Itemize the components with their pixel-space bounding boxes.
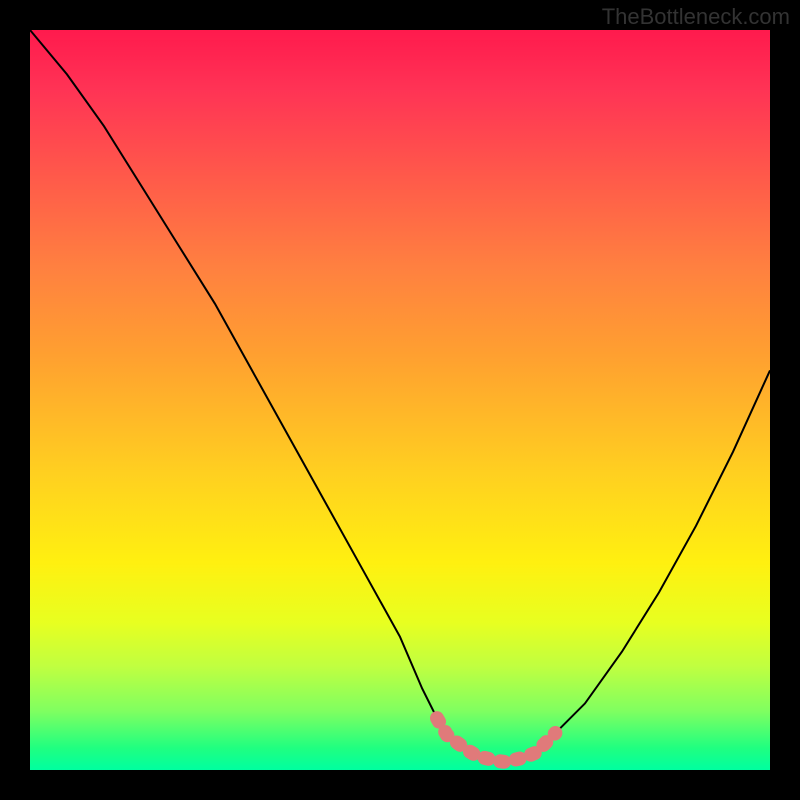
plot-area <box>30 30 770 770</box>
chart-svg <box>30 30 770 770</box>
watermark-text: TheBottleneck.com <box>602 4 790 30</box>
bottleneck-curve <box>30 30 770 763</box>
optimal-range-highlight <box>437 718 555 762</box>
